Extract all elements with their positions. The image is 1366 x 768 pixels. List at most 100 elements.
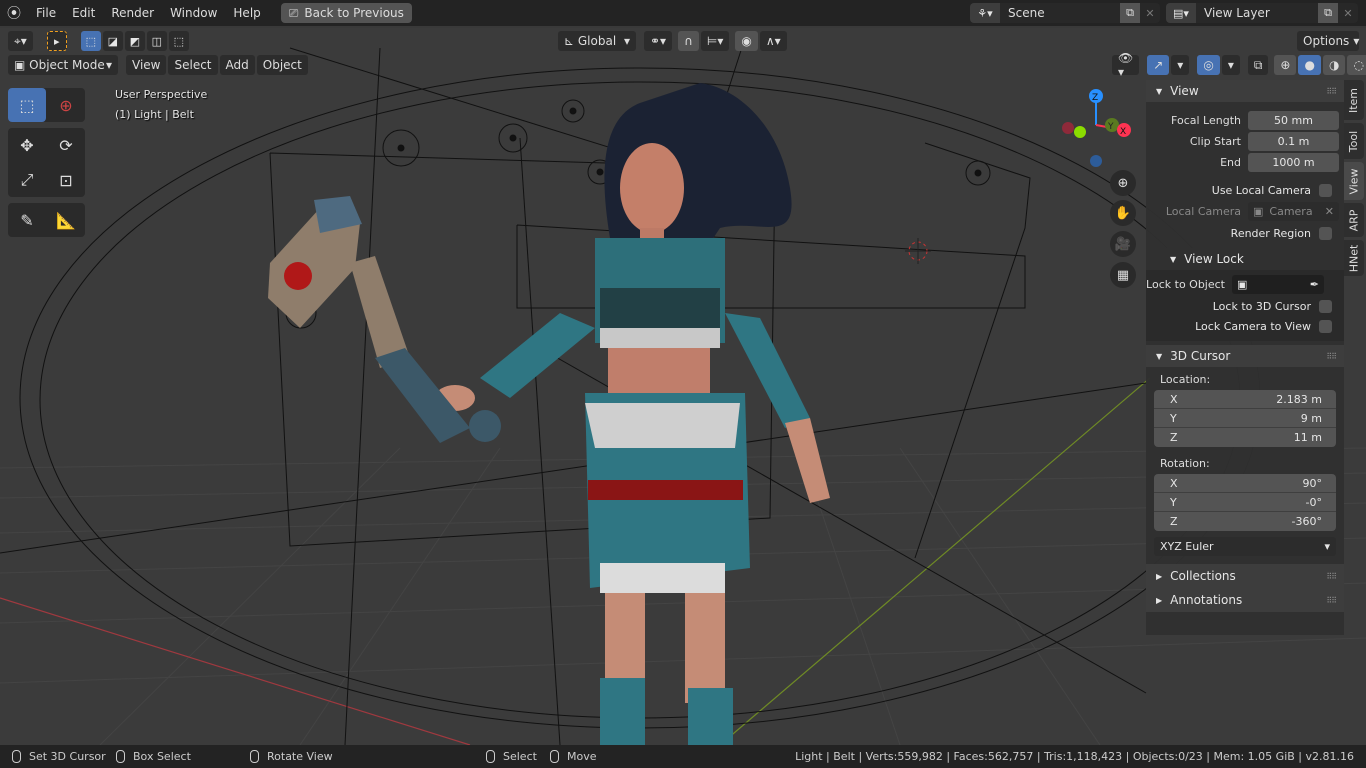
tab-hnet[interactable]: HNet [1344,240,1364,276]
snap-element-dropdown[interactable]: ⊨▾ [700,31,730,51]
editor-type-selector[interactable]: ⌖▾ [8,31,33,51]
view-panel-header[interactable]: ▼ View ⠿⠿ [1146,80,1344,102]
view-layer-icon[interactable]: ▤▾ [1166,3,1196,23]
tab-view[interactable]: View [1344,162,1364,200]
tab-tool[interactable]: Tool [1344,123,1364,159]
render-region-checkbox[interactable] [1319,226,1332,240]
gizmo-toggle-icon[interactable]: ↗ [1147,55,1170,75]
view-layer-name[interactable]: View Layer [1196,6,1318,20]
annotate-tool-icon[interactable]: ✎ [8,203,46,237]
pan-view-icon[interactable]: ✋ [1110,200,1136,226]
select-invert-mode-icon[interactable]: ◫ [146,31,167,51]
select-subtract-mode-icon[interactable]: ◩ [124,31,145,51]
blender-logo-icon[interactable]: ⦿ [0,0,28,26]
gizmo-dropdown[interactable]: ▾ [1171,55,1190,75]
delete-scene-icon[interactable]: ✕ [1140,3,1160,23]
tab-arp[interactable]: ARP [1344,203,1364,237]
cursor-tool-icon[interactable]: ⊕ [47,88,85,122]
use-local-camera-checkbox[interactable] [1319,183,1332,197]
cursor-rotation-x[interactable]: X 90° [1154,474,1336,493]
view-layer-selector[interactable]: ▤▾ View Layer ⧉ ✕ [1166,3,1358,23]
drag-grip-icon[interactable]: ⠿⠿ [1326,352,1337,361]
rotate-tool-icon[interactable]: ⟳ [47,128,85,162]
cursor-location-x[interactable]: X 2.183 m [1154,390,1336,409]
navigation-gizmo[interactable]: Y Z X [1055,83,1145,173]
move-tool-icon[interactable]: ✥ [8,128,46,162]
clear-icon[interactable]: ✕ [1325,202,1334,221]
lock-camera-checkbox[interactable] [1319,319,1332,333]
gizmo-neg-x [1062,122,1074,134]
y-axis-line [719,377,1151,745]
view-lock-header[interactable]: ▼ View Lock [1146,248,1344,270]
delete-view-layer-icon[interactable]: ✕ [1338,3,1358,23]
scene-selector[interactable]: ⚘▾ Scene ⧉ ✕ [970,3,1160,23]
transform-orientation-dropdown[interactable]: ⊾ Global ▾ [558,31,636,51]
rotation-mode-dropdown[interactable]: XYZ Euler ▾ [1154,537,1336,556]
drag-grip-icon[interactable]: ⠿⠿ [1326,87,1337,96]
select-tool-icon[interactable]: ▸ [46,31,67,51]
lock-object-field[interactable]: ▣ ✒ [1232,275,1324,294]
annotations-panel-header[interactable]: ▶ Annotations ⠿⠿ [1146,588,1344,612]
menu-object[interactable]: Object [256,55,308,75]
cursor-rotation-z[interactable]: Z -360° [1154,512,1336,531]
proportional-falloff-dropdown[interactable]: ∧▾ [759,31,787,51]
menu-select[interactable]: Select [168,55,218,75]
material-shading-icon[interactable]: ◑ [1322,55,1346,75]
xray-toggle-icon[interactable]: ⧉ [1247,55,1269,75]
menu-help[interactable]: Help [225,0,268,26]
expand-triangle-icon: ▶ [1156,595,1163,605]
overlays-toggle-icon[interactable]: ◎ [1197,55,1220,75]
menu-view[interactable]: View [126,55,167,75]
select-box-tool-icon[interactable]: ⬚ [8,88,46,122]
cursor-rotation-y[interactable]: Y -0° [1154,493,1336,512]
scene-name[interactable]: Scene [1000,6,1120,20]
solid-shading-icon[interactable]: ● [1298,55,1321,75]
scene-icon[interactable]: ⚘▾ [970,3,1000,23]
gizmo-neg-z [1090,155,1102,167]
menu-file[interactable]: File [28,0,64,26]
clip-start-field[interactable]: 0.1 m [1248,132,1339,151]
eyedropper-icon[interactable]: ✒ [1310,275,1319,294]
focal-length-field[interactable]: 50 mm [1248,111,1339,130]
menu-window[interactable]: Window [162,0,225,26]
lock-cursor-checkbox[interactable] [1319,299,1332,313]
proportional-edit-icon[interactable]: ◉ [735,31,758,51]
ortho-toggle-icon[interactable]: ▦ [1110,262,1136,288]
menu-edit[interactable]: Edit [64,0,103,26]
local-camera-label: Local Camera [1165,205,1241,218]
select-intersect-mode-icon[interactable]: ⬚ [168,31,189,51]
mode-dropdown[interactable]: ▣ Object Mode ▾ [8,55,118,75]
local-camera-field[interactable]: ▣ Camera ✕ [1248,202,1339,221]
new-scene-icon[interactable]: ⧉ [1120,3,1140,23]
clip-end-field[interactable]: 1000 m [1248,153,1339,172]
back-to-previous-button[interactable]: ⎚ Back to Previous [280,3,412,23]
use-local-camera-label: Use Local Camera [1211,183,1311,197]
rendered-shading-icon[interactable]: ◌ [1347,55,1366,75]
cursor-location-y[interactable]: Y9 m [1154,409,1336,428]
select-extend-mode-icon[interactable]: ◪ [102,31,123,51]
gizmo-y-label: Y [1107,122,1114,132]
wireframe-shading-icon[interactable]: ⊕ [1274,55,1297,75]
measure-tool-icon[interactable]: 📐 [47,203,85,237]
menu-render[interactable]: Render [103,0,162,26]
overlays-dropdown[interactable]: ▾ [1221,55,1240,75]
scale-tool-icon[interactable]: ⤢ [8,163,46,197]
3d-cursor-panel-header[interactable]: ▼ 3D Cursor ⠿⠿ [1146,345,1344,367]
visibility-dropdown[interactable]: 👁▾ [1112,51,1140,79]
drag-grip-icon[interactable]: ⠿⠿ [1326,596,1337,605]
select-new-mode-icon[interactable]: ⬚ [80,31,101,51]
zoom-view-icon[interactable]: ⊕ [1110,170,1136,196]
cursor-location-z[interactable]: Z 11 m [1154,428,1336,447]
lock-object-label: Lock to Object [1146,278,1225,291]
tab-item[interactable]: Item [1344,80,1364,120]
options-dropdown[interactable]: Options ▾ [1297,31,1359,51]
menu-add[interactable]: Add [219,55,255,75]
camera-view-icon[interactable]: 🎥 [1110,231,1136,257]
transform-tool-icon[interactable]: ⊡ [47,163,85,197]
pivot-point-dropdown[interactable]: ⚭▾ [644,31,673,51]
drag-grip-icon[interactable]: ⠿⠿ [1326,572,1337,581]
collections-panel-header[interactable]: ▶ Collections ⠿⠿ [1146,564,1344,588]
new-view-layer-icon[interactable]: ⧉ [1318,3,1338,23]
snap-toggle-icon[interactable]: ∩ [678,31,699,51]
collapse-triangle-icon: ▼ [1156,86,1163,96]
